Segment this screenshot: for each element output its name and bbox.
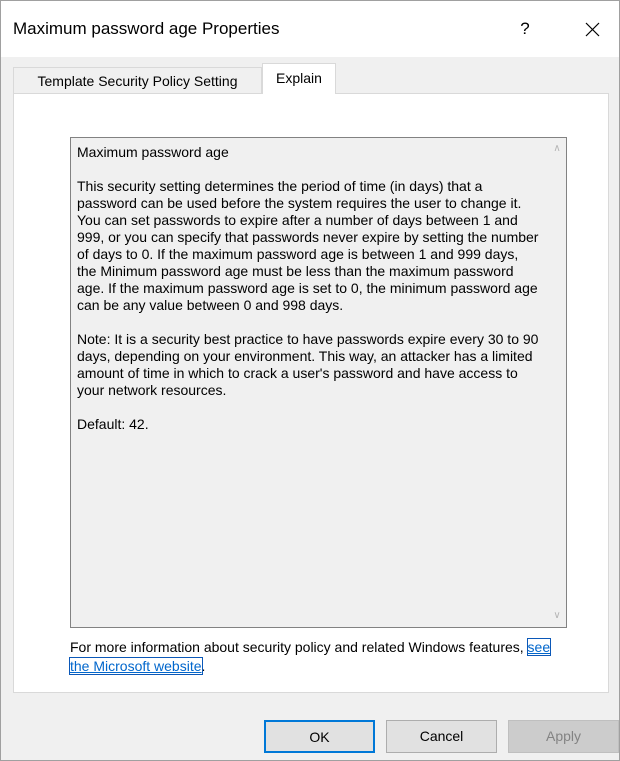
explain-tab-panel: Maximum password age This security setti…: [13, 93, 609, 693]
properties-dialog: Maximum password age Properties ? Templa…: [0, 0, 620, 761]
close-icon: [585, 22, 600, 37]
vertical-scrollbar[interactable]: ∧ ∨: [548, 138, 566, 627]
ok-button[interactable]: OK: [264, 720, 375, 753]
more-info-text: For more information about security poli…: [68, 638, 570, 676]
tab-strip: Template Security Policy Setting Explain: [13, 63, 609, 94]
more-info-prefix: For more information about security poli…: [70, 639, 528, 655]
window-title: Maximum password age Properties: [13, 19, 280, 38]
explain-text-box[interactable]: Maximum password age This security setti…: [70, 137, 567, 628]
more-info-suffix: .: [201, 658, 206, 674]
help-button[interactable]: ?: [501, 11, 549, 47]
scroll-up-arrow-icon[interactable]: ∧: [548, 140, 566, 158]
scroll-down-arrow-icon[interactable]: ∨: [548, 607, 566, 625]
tab-explain[interactable]: Explain: [262, 63, 336, 94]
cancel-button[interactable]: Cancel: [386, 720, 497, 753]
explain-text: Maximum password age This security setti…: [77, 144, 539, 432]
close-button[interactable]: [569, 11, 617, 47]
apply-button[interactable]: Apply: [508, 720, 619, 753]
tab-template-security-policy-setting[interactable]: Template Security Policy Setting: [13, 67, 262, 93]
title-bar: Maximum password age Properties ?: [1, 1, 619, 57]
